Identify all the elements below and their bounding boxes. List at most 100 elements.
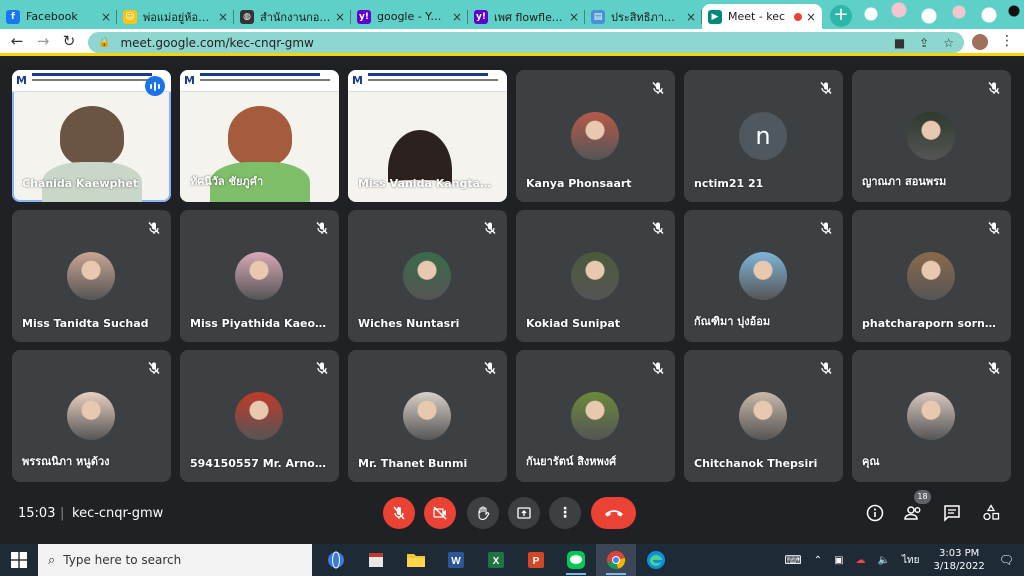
conference-logo: M [352,74,363,87]
close-tab-icon[interactable]: × [452,10,462,24]
taskbar-edge[interactable] [636,544,676,576]
show-hidden-icons-icon[interactable]: ⌃ [814,555,822,566]
avatar-letter: n [739,112,787,160]
raise-hand-button[interactable] [467,497,499,529]
avatar [403,252,451,300]
profile-avatar[interactable] [972,34,988,50]
leave-call-button[interactable] [591,497,636,529]
microphone-toggle-button[interactable] [383,497,415,529]
participant-tile[interactable]: ญาณภา สอนพรม [852,70,1011,202]
volume-icon[interactable]: 🔈 [878,555,890,566]
search-icon: ⌕ [48,552,56,568]
participant-tile[interactable]: M Miss Vanida Kangtawee [348,70,507,202]
close-tab-icon[interactable]: × [218,10,228,24]
participant-tile[interactable]: M Chanida Kaewphet [12,70,171,202]
forward-icon[interactable]: → [30,32,56,50]
taskbar-powerpoint[interactable]: P [516,544,556,576]
conference-logo: M [184,74,195,87]
recording-indicator-icon [793,12,802,21]
share-icon[interactable]: ⇪ [919,36,929,50]
bookmark-star-icon[interactable]: ☆ [943,36,954,50]
present-now-button[interactable] [508,497,540,529]
browser-tab[interactable]: ☺ พ่อแม่อยู่ห้องแอร... × [117,4,234,29]
activities-button[interactable] [980,502,1002,524]
conference-logo: M [16,74,27,87]
taskbar-search-box[interactable]: ⌕ Type here to search [38,544,312,576]
close-tab-icon[interactable]: × [569,10,579,24]
new-tab-button[interactable]: + [830,5,852,27]
participant-tile[interactable]: คุณ [852,350,1011,482]
chrome-icon [607,551,626,570]
participant-tile[interactable]: กันยารัตน์ สิงหพงศ์ [516,350,675,482]
mic-off-icon [147,220,161,234]
taskbar-file-explorer[interactable] [396,544,436,576]
notification-icon[interactable]: 🗨 [999,553,1014,567]
reload-icon[interactable]: ↻ [56,32,82,50]
present-icon [517,507,531,519]
participant-tile[interactable]: Mr. Thanet Bunmi [348,350,507,482]
browser-tab[interactable]: y! google - Yahoo × [351,4,468,29]
participant-tile[interactable]: n nctim21 21 [684,70,843,202]
meet-now-icon[interactable]: ▣ [834,555,843,566]
meeting-details-button[interactable] [864,502,886,524]
back-icon[interactable]: ← [4,32,30,50]
mic-off-icon [819,220,833,234]
close-tab-icon[interactable]: × [101,10,111,24]
mic-off-icon [393,506,405,520]
tab-strip: f Facebook × ☺ พ่อแม่อยู่ห้องแอร... × ◍ สำนักงา… [0,0,1024,29]
input-language[interactable]: ไทย [902,553,919,568]
url-text: meet.google.com/kec-cnqr-gmw [120,35,314,50]
participant-tile[interactable]: Kokiad Sunipat [516,210,675,342]
meeting-clock: 15:03 [18,506,56,521]
participant-tile[interactable]: M ทัศนีวัล ชัยภูคำ [180,70,339,202]
taskbar-globe-app[interactable] [316,544,356,576]
avatar [739,252,787,300]
participant-tile[interactable]: Kanya Phonsaart [516,70,675,202]
participant-name: กัณฑิมา บุ่งอ้อม [694,315,771,328]
tab-title: Meet - kec [728,10,786,23]
browser-menu-icon[interactable]: ⋮ [1000,33,1014,49]
taskbar-chrome[interactable] [596,544,636,576]
participant-name: คุณ [862,455,880,468]
mic-off-icon [483,360,497,374]
show-everyone-button[interactable] [902,502,924,524]
participant-tile[interactable]: Wiches Nuntasri [348,210,507,342]
close-tab-icon[interactable]: × [806,10,816,24]
camera-in-use-icon[interactable]: ■ [894,36,905,50]
taskbar-dictionary-app[interactable] [356,544,396,576]
taskbar-line[interactable] [556,544,596,576]
close-tab-icon[interactable]: × [686,10,696,24]
taskbar-word[interactable]: W [436,544,476,576]
address-bar[interactable]: 🔒 meet.google.com/kec-cnqr-gmw ■ ⇪ ☆ [88,32,964,53]
participant-tile[interactable]: Chitchanok Thepsiri [684,350,843,482]
browser-tab[interactable]: ▤ ประสิทธิภาพของ... × [585,4,702,29]
participant-tile[interactable]: กัณฑิมา บุ่งอ้อม [684,210,843,342]
participant-tile[interactable]: พรรณนิภา หนูด้วง [12,350,171,482]
browser-toolbar: ← → ↻ 🔒 meet.google.com/kec-cnqr-gmw ■ ⇪… [0,29,1024,56]
browser-tab[interactable]: ▶ Meet - kec × [702,4,822,29]
speaking-indicator-icon [145,76,165,96]
browser-tab[interactable]: f Facebook × [0,4,117,29]
participant-tile[interactable]: 594150557 Mr. Arnon Jai... [180,350,339,482]
activities-icon [983,504,1000,521]
svg-text:X: X [493,556,500,567]
facebook-icon: f [6,9,20,24]
onedrive-icon[interactable]: ☁ [856,555,866,566]
camera-toggle-button[interactable] [424,497,456,529]
chat-button[interactable] [941,502,963,524]
tab-title: google - Yahoo [377,10,448,23]
participant-name: Wiches Nuntasri [358,317,460,330]
participant-tile[interactable]: Miss Piyathida Kaeomat [180,210,339,342]
taskbar-excel[interactable]: X [476,544,516,576]
browser-tab[interactable]: y! เพศ flowflex ม... × [468,4,585,29]
participant-tile[interactable]: phatcharaporn sornchai [852,210,1011,342]
close-tab-icon[interactable]: × [335,10,345,24]
participant-name: ญาณภา สอนพรม [862,175,947,188]
keyboard-icon[interactable]: ⌨ [784,553,801,567]
participant-name: Miss Vanida Kangtawee [358,177,498,190]
more-options-button[interactable]: ⋮ [549,497,581,529]
clock-area[interactable]: 3:03 PM 3/18/2022 [933,547,984,573]
browser-tab[interactable]: ◍ สำนักงานกองทุนฯ × [234,4,351,29]
start-button[interactable] [0,544,38,576]
participant-tile[interactable]: Miss Tanidta Suchad [12,210,171,342]
